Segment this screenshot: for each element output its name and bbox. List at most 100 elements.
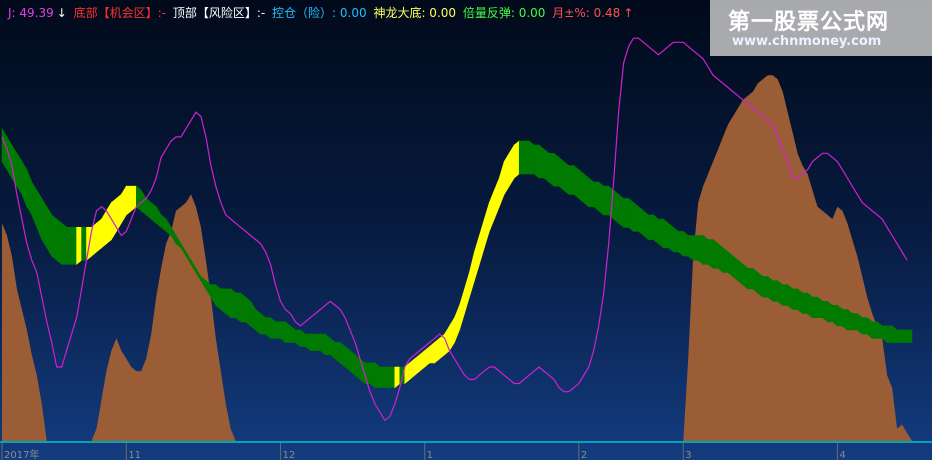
band-segment bbox=[454, 305, 460, 343]
band-segment bbox=[81, 227, 87, 261]
band-segment bbox=[683, 230, 689, 257]
chart-plot: 2017年 11 12 1 2 3 4 bbox=[0, 37, 932, 460]
band-segment bbox=[320, 333, 326, 356]
band-segment bbox=[250, 300, 256, 331]
band-segment bbox=[126, 185, 132, 216]
legend-month: 月±%: 0.48 bbox=[552, 6, 621, 20]
x-tick-label: 12 bbox=[282, 450, 295, 460]
band-segment bbox=[160, 214, 167, 233]
watermark-title: 第一股票公式网 bbox=[728, 10, 890, 35]
band-segment bbox=[807, 292, 813, 319]
x-tick-label: 2017年 bbox=[4, 448, 39, 460]
band-segment bbox=[344, 345, 351, 372]
band-segment bbox=[26, 169, 33, 216]
band-segment bbox=[658, 218, 664, 249]
legend-dragon: 神龙大底: 0.00 bbox=[373, 6, 457, 20]
band-segment bbox=[235, 292, 241, 323]
band-segment bbox=[896, 329, 903, 343]
band-segment bbox=[429, 341, 435, 364]
band-segment bbox=[230, 288, 236, 318]
band-segment bbox=[389, 366, 396, 388]
band-segment bbox=[71, 227, 77, 265]
legend-control: 控仓（险）: 0.00 bbox=[272, 6, 367, 20]
band-segment bbox=[315, 333, 321, 351]
band-segment bbox=[414, 354, 420, 376]
band-segment bbox=[1, 127, 8, 171]
band-segment bbox=[459, 288, 465, 331]
legend-top-zone: 顶部【风险区】:- bbox=[172, 6, 266, 20]
band-segment bbox=[787, 284, 793, 311]
band-segment bbox=[732, 255, 739, 282]
band-segment bbox=[852, 313, 858, 331]
band-segment bbox=[543, 148, 550, 183]
band-segment bbox=[419, 349, 425, 372]
band-segment bbox=[762, 276, 769, 298]
band-segment bbox=[31, 181, 38, 228]
indicator-legend: J: 49.39 ↓ 底部【机会区】:- 顶部【风险区】:- 控仓（险）: 0.0… bbox=[8, 4, 636, 22]
band-segment bbox=[379, 366, 386, 388]
band-segment bbox=[508, 144, 515, 188]
band-segment bbox=[210, 284, 217, 307]
band-segment bbox=[290, 325, 296, 343]
band-segment bbox=[613, 189, 619, 224]
band-segment bbox=[41, 197, 48, 249]
band-segment bbox=[165, 218, 172, 237]
band-segment bbox=[96, 218, 102, 253]
band-segment bbox=[767, 275, 774, 302]
band-segment bbox=[623, 198, 629, 228]
band-segment bbox=[578, 169, 585, 204]
band-segment bbox=[653, 214, 659, 245]
band-segment bbox=[449, 316, 455, 352]
band-segment bbox=[757, 271, 764, 298]
band-segment bbox=[712, 238, 719, 269]
band-segment bbox=[678, 231, 684, 257]
band-segment bbox=[220, 288, 227, 315]
band-segment bbox=[553, 152, 560, 187]
band-segment bbox=[668, 222, 674, 253]
band-segment bbox=[707, 239, 714, 270]
band-segment bbox=[876, 321, 883, 339]
band-segment bbox=[66, 227, 72, 265]
band-segment bbox=[727, 251, 734, 278]
band-segment bbox=[484, 202, 490, 248]
band-segment bbox=[464, 272, 470, 314]
band-segment bbox=[51, 214, 57, 261]
band-segment bbox=[494, 177, 500, 220]
legend-j: J: 49.39 bbox=[8, 6, 54, 20]
chart-panel: 2017年 11 12 1 2 3 4 J: 49.39 ↓ 底部【机会区】:- 顶部【风险区… bbox=[0, 0, 932, 460]
band-segment bbox=[891, 325, 898, 343]
band-segment bbox=[150, 201, 157, 224]
band-segment bbox=[628, 197, 634, 233]
band-segment bbox=[901, 329, 908, 343]
band-segment bbox=[663, 218, 669, 249]
band-segment bbox=[46, 205, 52, 258]
band-segment bbox=[36, 189, 43, 240]
band-segment bbox=[862, 317, 868, 335]
band-segment bbox=[424, 345, 430, 368]
band-segment bbox=[573, 164, 580, 200]
band-segment bbox=[76, 227, 82, 265]
band-segment bbox=[499, 161, 505, 207]
band-segment bbox=[603, 185, 609, 216]
band-segment bbox=[16, 152, 23, 196]
legend-bottom-zone: 底部【机会区】:- bbox=[73, 6, 167, 20]
band-segment bbox=[782, 284, 788, 306]
band-segment bbox=[702, 234, 709, 265]
band-segment bbox=[111, 197, 117, 241]
band-segment bbox=[538, 144, 545, 179]
band-segment bbox=[598, 181, 604, 216]
x-tick-label: 4 bbox=[839, 450, 845, 460]
x-tick-label: 3 bbox=[685, 450, 691, 460]
x-tick-label: 1 bbox=[427, 450, 433, 460]
band-segment bbox=[812, 296, 818, 318]
band-segment bbox=[588, 177, 594, 207]
band-segment bbox=[106, 201, 112, 245]
band-segment bbox=[503, 152, 510, 196]
band-segment bbox=[881, 325, 888, 344]
band-segment bbox=[329, 337, 336, 360]
band-segment bbox=[225, 288, 231, 319]
band-segment bbox=[145, 197, 152, 220]
band-segment bbox=[409, 358, 415, 381]
watermark-url: www.chnmoney.com bbox=[732, 34, 882, 49]
band-segment bbox=[792, 288, 798, 310]
